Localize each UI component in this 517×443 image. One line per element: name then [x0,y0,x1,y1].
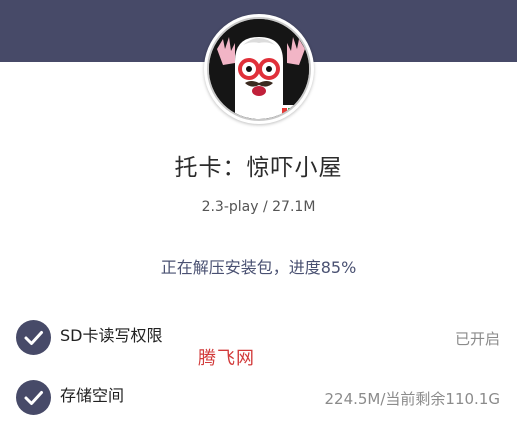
watermark-text: 腾飞网 [198,348,255,369]
permission-row-sd-card: SD卡读写权限 已开启 [0,318,517,358]
permission-row-storage: 存储空间 224.5M/当前剩余110.1G [0,378,517,418]
app-version-size: 2.3-play / 27.1M [201,199,316,215]
storage-usage-value: 224.5M/当前剩余110.1G [324,390,500,408]
app-icon [204,14,314,124]
check-circle-icon [16,320,51,355]
install-progress-status: 正在解压安装包，进度85% [160,258,357,277]
permission-label: 存储空间 [60,386,125,405]
app-icon-cartoon-character [209,19,309,119]
permission-status: 已开启 [454,330,500,348]
check-circle-icon [16,380,51,415]
permission-label: SD卡读写权限 [60,326,163,345]
app-title: 托卡：惊吓小屋 [174,155,343,181]
